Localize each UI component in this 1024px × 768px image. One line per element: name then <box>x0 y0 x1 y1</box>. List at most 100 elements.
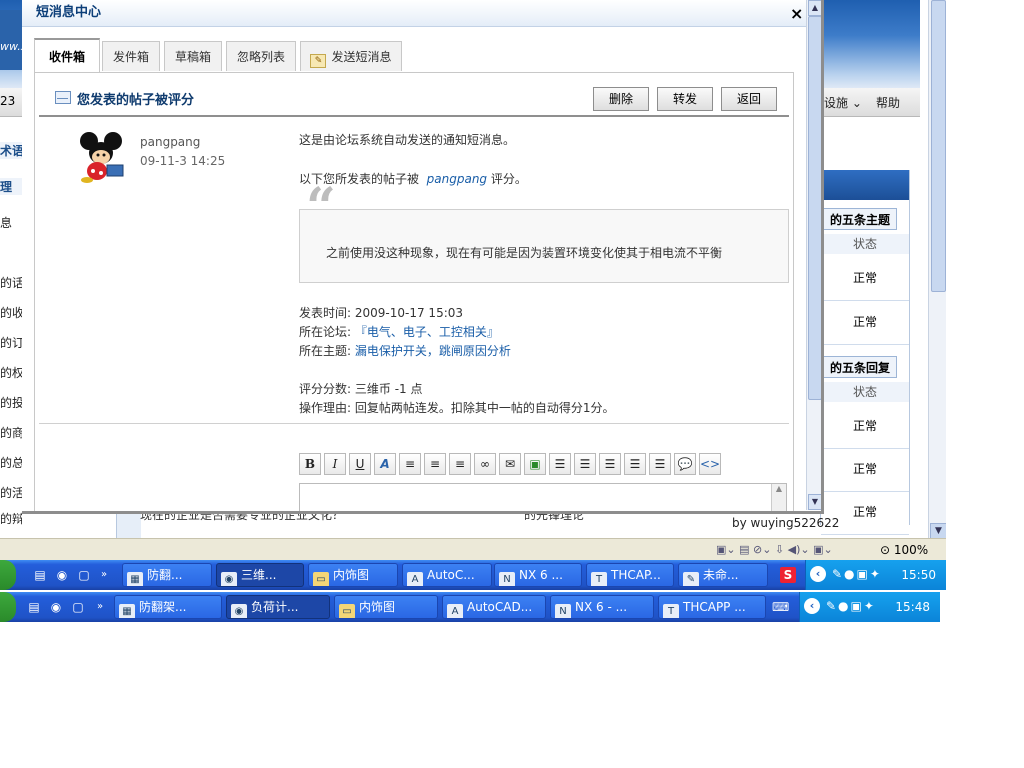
reply-textarea[interactable]: ▲ <box>299 483 787 511</box>
textarea-scrollbar[interactable]: ▲ <box>771 484 786 511</box>
left-column-item[interactable]: 息 <box>0 214 22 231</box>
left-column-item[interactable]: 的辩 <box>0 510 22 527</box>
scrollbar-thumb[interactable] <box>808 16 821 400</box>
dialog-scrollbar[interactable]: ▲ ▼ <box>806 0 821 510</box>
status-cell: 正常 <box>821 449 909 492</box>
left-column-item[interactable]: 的订 <box>0 334 22 351</box>
taskbar-button[interactable]: N NX 6 ... <box>494 563 582 587</box>
quicklaunch-icon[interactable]: ◉ <box>48 599 64 615</box>
avatar[interactable] <box>77 131 131 183</box>
email-icon[interactable]: ✉ <box>499 453 521 475</box>
link-icon[interactable]: ∞ <box>474 453 496 475</box>
nav-number: 23 <box>0 94 16 108</box>
quicklaunch-icon[interactable]: ◉ <box>54 567 70 583</box>
thcapp-icon: T <box>591 572 607 586</box>
site-logo[interactable]: ww.3 <box>0 10 28 70</box>
sogou-icon[interactable]: S <box>780 567 796 583</box>
start-button[interactable] <box>0 560 16 590</box>
taskbar-button[interactable]: N NX 6 - ... <box>550 595 654 619</box>
status-icons[interactable]: ▣⌄ ▤ ⊘⌄ ⇩ ◀)⌄ ▣⌄ <box>716 543 833 556</box>
app-icon: ▦ <box>127 572 143 586</box>
delete-button[interactable]: 删除 <box>593 87 649 111</box>
scroll-up-arrow[interactable]: ▲ <box>808 0 821 16</box>
tray-expand-icon[interactable]: ‹ <box>810 566 826 582</box>
taskbar-button[interactable]: ▭ 内饰图 <box>308 563 398 587</box>
keyboard-icon[interactable]: ⌨ <box>772 599 789 615</box>
taskbar-button[interactable]: ✎ 未命... <box>678 563 768 587</box>
message-subject: 您发表的帖子被评分 <box>77 93 195 108</box>
quicklaunch-overflow-icon[interactable]: » <box>92 599 108 615</box>
sender-name[interactable]: pangpang <box>140 135 200 149</box>
image-icon[interactable]: ▣ <box>524 453 546 475</box>
indent-icon[interactable]: ☰ <box>624 453 646 475</box>
clock[interactable]: 15:48 <box>895 600 930 614</box>
taskbar-button[interactable]: ▦ 防翻... <box>122 563 212 587</box>
start-button[interactable] <box>0 592 16 622</box>
left-column-item[interactable]: 术语 <box>0 142 22 159</box>
left-column-item[interactable]: 的总 <box>0 454 22 471</box>
left-column-item[interactable]: 的商 <box>0 424 22 441</box>
outdent-icon[interactable]: ☰ <box>599 453 621 475</box>
italic-button[interactable]: I <box>324 453 346 475</box>
font-color-button[interactable]: A <box>374 453 396 475</box>
body-divider <box>39 423 789 424</box>
topic-link[interactable]: 漏电保护开关，跳闸原因分析 <box>355 344 511 358</box>
sender-date: 09-11-3 14:25 <box>140 154 226 168</box>
taskbar-button[interactable]: T THCAP... <box>586 563 674 587</box>
quicklaunch-icon[interactable]: ▢ <box>76 567 92 583</box>
tray-icons[interactable]: ✎●▣✦ <box>826 599 876 613</box>
nx-icon: N <box>555 604 571 618</box>
forward-button[interactable]: 转发 <box>657 87 713 111</box>
taskbar-button[interactable]: ▦ 防翻架... <box>114 595 222 619</box>
nav-help-link[interactable]: 帮助 <box>876 94 900 111</box>
taskbar-button[interactable]: A AutoCAD... <box>442 595 546 619</box>
ordered-list-icon[interactable]: ☰ <box>549 453 571 475</box>
tab-outbox[interactable]: 发件箱 <box>102 41 160 71</box>
left-column-item[interactable]: 的活 <box>0 484 22 501</box>
code-icon[interactable]: <> <box>699 453 721 475</box>
quote-icon[interactable]: 💬 <box>674 453 696 475</box>
tab-send-message[interactable]: ✎ 发送短消息 <box>300 41 402 71</box>
zoom-level[interactable]: ⊙ 100% <box>880 543 928 557</box>
taskbar-button[interactable]: ▭ 内饰图 <box>334 595 438 619</box>
tab-drafts[interactable]: 草稿箱 <box>164 41 222 71</box>
tab-inbox[interactable]: 收件箱 <box>34 38 100 73</box>
forum-link[interactable]: 『电气、电子、工控相关』 <box>355 325 499 339</box>
tab-ignore-list[interactable]: 忽略列表 <box>226 41 296 71</box>
rater-link[interactable]: pangpang <box>427 172 487 186</box>
align-center-button[interactable]: ≡ <box>424 453 446 475</box>
nav-dropdown-facilities[interactable]: 设施 ⌄ <box>824 94 862 111</box>
quicklaunch-icon[interactable]: ▤ <box>32 567 48 583</box>
status-cell: 正常 <box>821 406 909 449</box>
tray-expand-icon[interactable]: ‹ <box>804 598 820 614</box>
quicklaunch-icon[interactable]: ▢ <box>70 599 86 615</box>
unordered-list-icon[interactable]: ☰ <box>574 453 596 475</box>
scroll-down-arrow[interactable]: ▼ <box>808 494 821 510</box>
left-column-item[interactable]: 的收 <box>0 304 22 321</box>
recent-topics-tab[interactable]: 的五条主题 <box>823 208 897 230</box>
tray-icons[interactable]: ✎●▣✦ <box>832 567 882 581</box>
browser-scrollbar[interactable]: ▼ <box>928 0 946 540</box>
folder-icon: ▭ <box>313 572 329 586</box>
left-column-item[interactable]: 的投 <box>0 394 22 411</box>
quicklaunch-overflow-icon[interactable]: » <box>96 567 112 583</box>
left-column-item[interactable]: 理 <box>0 178 22 195</box>
taskbar-button[interactable]: ◉ 三维... <box>216 563 304 587</box>
scrollbar-thumb[interactable] <box>931 0 946 292</box>
bold-button[interactable]: B <box>299 453 321 475</box>
autocad-icon: A <box>407 572 423 586</box>
align-left-button[interactable]: ≡ <box>399 453 421 475</box>
table-icon[interactable]: ☰ <box>649 453 671 475</box>
recent-replies-tab[interactable]: 的五条回复 <box>823 356 897 378</box>
close-icon[interactable]: × <box>790 4 803 23</box>
left-column-item[interactable]: 的权 <box>0 364 22 381</box>
back-button[interactable]: 返回 <box>721 87 777 111</box>
taskbar-button[interactable]: ◉ 负荷计... <box>226 595 330 619</box>
quicklaunch-icon[interactable]: ▤ <box>26 599 42 615</box>
underline-button[interactable]: U <box>349 453 371 475</box>
left-column-item[interactable]: 的话 <box>0 274 22 291</box>
taskbar-button[interactable]: T THCAPP ... <box>658 595 766 619</box>
taskbar-button[interactable]: A AutoC... <box>402 563 492 587</box>
clock[interactable]: 15:50 <box>901 568 936 582</box>
align-right-button[interactable]: ≡ <box>449 453 471 475</box>
